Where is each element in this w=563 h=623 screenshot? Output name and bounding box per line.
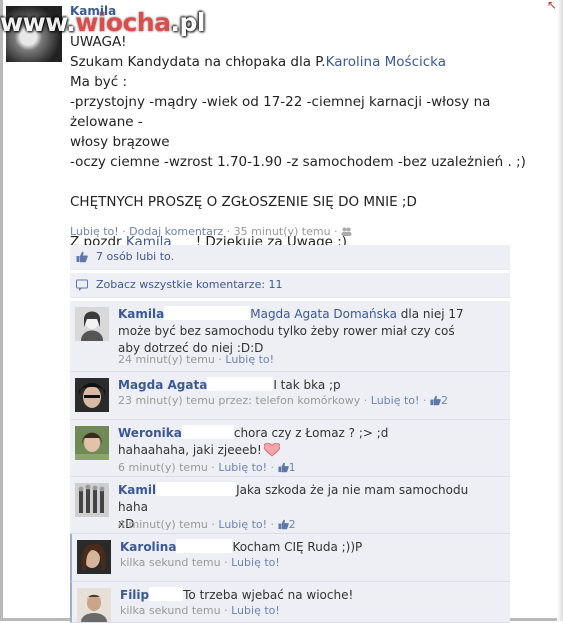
heart-emoticon-icon [263, 443, 280, 457]
corner-arrow-icon: ↖ [546, 0, 557, 12]
thumbs-up-icon [278, 519, 289, 530]
add-comment-link[interactable]: Dodaj komentarz [129, 225, 223, 238]
comment-text: Kamila Magda Agata Domańska dla niej 17 m… [118, 306, 464, 355]
comment-like-link[interactable]: Lubię to! [218, 461, 267, 474]
comment-meta: kilka sekund temu · Lubię to! [120, 604, 280, 617]
post-line: -oczy ciemne -wzrost 1.70-1.90 -z samoch… [70, 154, 526, 170]
likes-row[interactable]: 7 osób lubi to. [70, 245, 510, 270]
commenter-name[interactable]: Filip [120, 588, 149, 602]
commenter-avatar[interactable] [77, 540, 111, 574]
comment-bubble-icon [76, 279, 88, 291]
comment-item: Karolina Kocham CIĘ Ruda ;))P kilka sekun… [70, 534, 510, 582]
likes-count[interactable]: 7 osób lubi to. [96, 250, 174, 263]
commenter-avatar[interactable] [75, 426, 109, 460]
post-meta: Lubię to! · Dodaj komentarz · 35 minut(y… [70, 225, 352, 238]
comment-like-link[interactable]: Lubię to! [371, 394, 420, 407]
comment-like-link[interactable]: Lubię to! [231, 604, 280, 617]
commenter-name[interactable]: Karolina [120, 540, 176, 554]
comment-likes-count[interactable]: 1 [289, 461, 296, 474]
tagged-person-link[interactable]: Karolina Mościcka [326, 54, 446, 70]
comment-text: Weronika chora czy z Łomaz ? ;> ;d hahaah… [118, 425, 389, 457]
feedback-box: 7 osób lubi to. Zobacz wszystkie komenta… [70, 245, 510, 623]
post-line: włosy brązowe [70, 134, 170, 150]
comment-likes-count[interactable]: 2 [441, 394, 448, 407]
comment-like-link[interactable]: Lubię to! [218, 518, 267, 531]
commenter-avatar[interactable] [75, 378, 109, 412]
view-all-comments-link[interactable]: Zobacz wszystkie komentarze: 11 [96, 278, 283, 291]
thumbs-up-icon [278, 462, 289, 473]
commenter-name[interactable]: Kamil [118, 483, 156, 497]
like-link[interactable]: Lubię to! [70, 225, 119, 238]
comment-item: Kamila Magda Agata Domańska dla niej 17 m… [70, 301, 510, 372]
comment-text: Karolina Kocham CIĘ Ruda ;))P [120, 539, 363, 554]
commenter-avatar[interactable] [77, 588, 111, 622]
post-body: UWAGA! Szukam Kandydata na chłopaka dla … [70, 32, 540, 252]
thumbs-up-icon [76, 251, 88, 263]
comment-meta: 6 minut(y) temu · Lubię to! · 1 [118, 461, 296, 474]
post-line: -przystojny -mądry -wiek od 17-22 -ciemn… [70, 94, 491, 130]
friends-icon [341, 227, 352, 236]
comment-item: Weronika chora czy z Łomaz ? ;> ;d hahaah… [70, 420, 510, 477]
comment-meta: kilka sekund temu · Lubię to! [120, 556, 280, 569]
post-line: Szukam Kandydata na chłopaka dla P.Karol… [70, 54, 447, 70]
poster-name[interactable]: Kamila [70, 4, 116, 18]
comment-meta: 4 minut(y) temu · Lubię to! · 2 [118, 518, 296, 531]
post-line: UWAGA! [70, 34, 127, 50]
commenter-name[interactable]: Magda Agata [118, 378, 207, 392]
tagged-person-link[interactable]: Magda Agata Domańska [250, 307, 397, 321]
comment-item: Filip To trzeba wjebać na wioche! kilka s… [70, 582, 510, 623]
post-line: Ma być : [70, 74, 128, 90]
commenter-name[interactable]: Kamila [118, 307, 164, 321]
comment-item: Kamil Jaka szkoda że ja nie mam samochodu… [70, 477, 510, 534]
post-time: 35 minut(y) temu [233, 225, 331, 238]
view-all-comments-row[interactable]: Zobacz wszystkie komentarze: 11 [70, 273, 510, 298]
comment-text: Filip To trzeba wjebać na wioche! [120, 587, 354, 602]
frame-shadow [557, 0, 563, 621]
comment-likes-count[interactable]: 2 [289, 518, 296, 531]
comment-like-link[interactable]: Lubię to! [231, 556, 280, 569]
commenter-avatar[interactable] [75, 307, 109, 341]
commenter-avatar[interactable] [75, 483, 109, 517]
post-line: CHĘTNYCH PROSZĘ O ZGŁOSZENIE SIĘ DO MNIE… [70, 194, 417, 210]
comment-meta: 23 minut(y) temu przez: telefon komórkow… [118, 394, 448, 407]
comment-like-link[interactable]: Lubię to! [225, 353, 274, 366]
comment-item: Magda Agata I tak bka ;p 23 minut(y) temu… [70, 372, 510, 420]
comment-meta: 24 minut(y) temu · Lubię to! [118, 353, 275, 366]
thumbs-up-icon [430, 395, 441, 406]
commenter-name[interactable]: Weronika [118, 426, 182, 440]
comment-text: Magda Agata I tak bka ;p [118, 377, 341, 392]
